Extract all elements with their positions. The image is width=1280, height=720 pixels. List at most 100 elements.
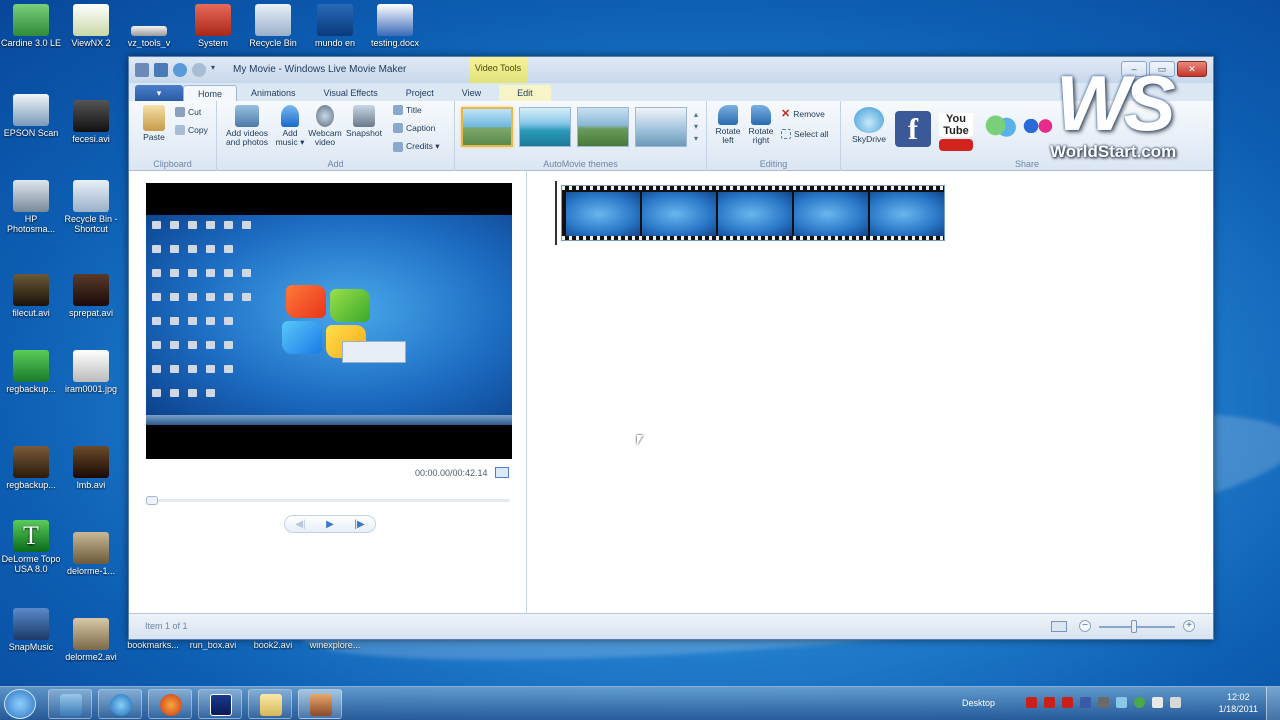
customize-qat-icon[interactable]: ▾ — [211, 63, 219, 77]
youtube-button[interactable]: You Tube — [939, 111, 973, 151]
zoom-thumb[interactable] — [1130, 620, 1137, 633]
aspect-ratio-icon[interactable] — [1051, 621, 1067, 632]
video-clip[interactable] — [561, 185, 945, 241]
remove-button[interactable]: ✕ Remove — [781, 107, 825, 120]
tab-project[interactable]: Project — [392, 85, 448, 101]
seek-thumb[interactable] — [146, 496, 158, 505]
snapshot-button[interactable]: Snapshot — [345, 105, 383, 138]
volume-icon[interactable] — [1170, 697, 1181, 708]
desktop-icon[interactable]: vz_tools_v — [118, 4, 180, 48]
paste-button[interactable]: Paste — [139, 105, 169, 142]
desktop-icon[interactable]: regbackup... — [0, 350, 62, 394]
desktop-icon[interactable]: Cardine 3.0 LE — [0, 4, 62, 48]
taskbar-item[interactable] — [148, 689, 192, 719]
rotate-right-button[interactable]: Rotate right — [745, 105, 777, 145]
copy-button[interactable]: Copy — [175, 125, 208, 135]
desktop-icon[interactable]: regbackup... — [0, 446, 62, 490]
desktop-icon[interactable]: fecesi.avi — [60, 100, 122, 144]
title-button[interactable]: Title — [393, 105, 422, 115]
desktop-icon[interactable]: filecut.avi — [0, 274, 62, 318]
app-menu-button[interactable]: ▾ — [135, 85, 183, 101]
desktop-icon[interactable]: HP Photosma... — [0, 180, 62, 234]
desktop-icon[interactable]: lmb.avi — [60, 446, 122, 490]
start-button[interactable] — [4, 689, 36, 719]
tray-app-icon[interactable] — [1044, 697, 1055, 708]
seek-bar[interactable] — [146, 496, 510, 505]
video-preview[interactable] — [146, 183, 512, 459]
desktop-icon[interactable]: Recycle Bin — [242, 4, 304, 48]
desktop-icon[interactable]: testing.docx — [364, 4, 426, 48]
tab-edit[interactable]: Edit — [499, 85, 551, 101]
desktop-icon[interactable]: ViewNX 2 — [60, 4, 122, 48]
tray-app-icon[interactable] — [1098, 697, 1109, 708]
desktop-icon[interactable]: iram0001.jpg — [60, 350, 122, 394]
rotate-left-button[interactable]: Rotate left — [713, 105, 743, 145]
tray-app-icon[interactable] — [1134, 697, 1145, 708]
select-all-button[interactable]: Select all — [781, 129, 829, 139]
desktop-icon[interactable]: delorme-1... — [60, 532, 122, 576]
tray-app-icon[interactable] — [1062, 697, 1073, 708]
add-music-button[interactable]: Add music ▾ — [275, 105, 305, 147]
youtube-icon — [939, 139, 973, 151]
webcam-video-button[interactable]: Webcam video — [307, 105, 343, 147]
cut-button[interactable]: Cut — [175, 107, 201, 117]
fullscreen-preview-icon[interactable] — [495, 467, 509, 478]
previous-frame-button[interactable]: ◀| — [295, 519, 305, 530]
zoom-in-button[interactable]: + — [1183, 620, 1195, 632]
desktop-icon[interactable]: winexplore... — [304, 640, 366, 650]
zoom-slider[interactable] — [1099, 626, 1175, 628]
desktop-icon[interactable]: Recycle Bin - Shortcut — [60, 180, 122, 234]
credits-button[interactable]: Credits ▾ — [393, 141, 440, 152]
tray-app-icon[interactable] — [1080, 697, 1091, 708]
video-file-icon — [13, 446, 49, 478]
desktop-toolbar-label[interactable]: Desktop — [962, 698, 995, 708]
desktop-icon[interactable]: SnapMusic — [0, 608, 62, 652]
play-button[interactable]: ▶ — [326, 519, 334, 530]
tray-app-icon[interactable] — [1116, 697, 1127, 708]
redo-icon[interactable] — [192, 63, 206, 77]
firefox-icon — [160, 694, 182, 716]
remove-x-icon: ✕ — [781, 108, 791, 120]
gallery-scroll-icon[interactable]: ▴ ▾ ▾ — [691, 109, 701, 147]
caption-button[interactable]: Caption — [393, 123, 435, 133]
tray-app-icon[interactable] — [1026, 697, 1037, 708]
video-file-icon — [73, 446, 109, 478]
undo-icon[interactable] — [173, 63, 187, 77]
skydrive-button[interactable]: SkyDrive — [849, 107, 889, 144]
taskbar-item[interactable] — [98, 689, 142, 719]
group-label: Editing — [759, 159, 788, 169]
taskbar-item-movie-maker[interactable] — [298, 689, 342, 719]
tab-view[interactable]: View — [448, 85, 495, 101]
desktop-icon[interactable]: T DeLorme Topo USA 8.0 — [0, 520, 62, 574]
desktop-icon[interactable]: delorme2.avi — [60, 618, 122, 662]
messenger-icon[interactable] — [983, 111, 1019, 147]
desktop-icon[interactable]: sprepat.avi — [60, 274, 122, 318]
show-desktop-button[interactable] — [1266, 687, 1280, 720]
next-frame-button[interactable]: |▶ — [354, 519, 364, 530]
desktop-icon[interactable]: EPSON Scan — [0, 94, 62, 138]
desktop-icon[interactable]: book2.avi — [242, 640, 304, 650]
desktop-icon[interactable]: run_box.avi — [182, 640, 244, 650]
network-status-icon[interactable] — [1152, 697, 1163, 708]
tab-visual-effects[interactable]: Visual Effects — [310, 85, 392, 101]
zoom-out-button[interactable]: − — [1079, 620, 1091, 632]
desktop-icon[interactable]: System — [182, 4, 244, 48]
theme-thumbnail[interactable] — [461, 107, 513, 147]
theme-thumbnail[interactable] — [519, 107, 571, 147]
app-icon — [210, 694, 232, 716]
theme-thumbnail[interactable] — [577, 107, 629, 147]
save-icon[interactable] — [154, 63, 168, 77]
facebook-icon[interactable]: f — [895, 111, 931, 147]
tab-animations[interactable]: Animations — [237, 85, 310, 101]
automovie-themes-group: ▴ ▾ ▾ AutoMovie themes — [455, 101, 707, 171]
taskbar-item[interactable] — [248, 689, 292, 719]
music-icon — [13, 608, 49, 640]
desktop-icon[interactable]: bookmarks... — [122, 640, 184, 650]
theme-thumbnail[interactable] — [635, 107, 687, 147]
tab-home[interactable]: Home — [183, 85, 238, 101]
taskbar-item[interactable] — [198, 689, 242, 719]
taskbar-item[interactable] — [48, 689, 92, 719]
clock[interactable]: 12:02 1/18/2011 — [1219, 691, 1258, 715]
add-videos-button[interactable]: Add videos and photos — [221, 105, 273, 147]
desktop-icon[interactable]: mundo en — [304, 4, 366, 48]
